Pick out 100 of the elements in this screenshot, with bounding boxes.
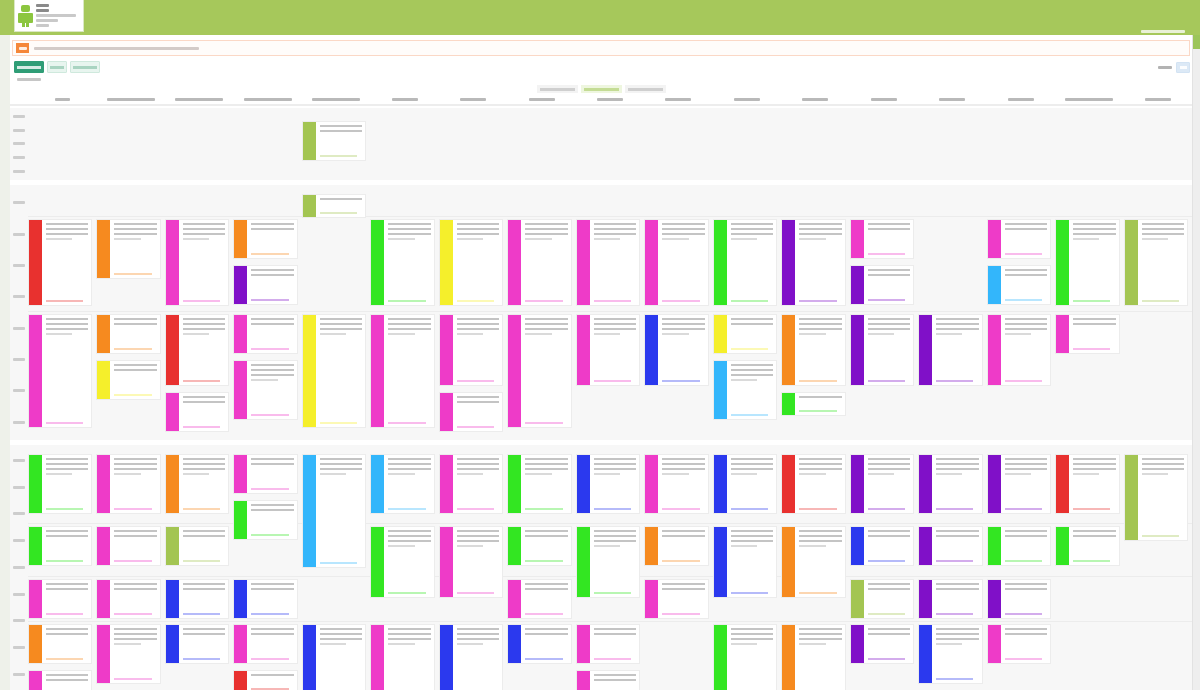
blurred-text: [54, 98, 70, 101]
event-card[interactable]: [371, 315, 434, 427]
event-card[interactable]: [165, 315, 229, 385]
blurred-text: [182, 458, 226, 470]
event-card[interactable]: [919, 625, 982, 683]
event-card[interactable]: [713, 455, 777, 513]
event-card[interactable]: [97, 527, 160, 565]
event-card[interactable]: [97, 625, 160, 683]
event-card[interactable]: [165, 220, 229, 305]
blurred-text: [730, 364, 774, 376]
event-card[interactable]: [919, 315, 982, 385]
blurred-text: [388, 530, 431, 542]
event-card[interactable]: [234, 580, 297, 618]
blurred-text: [46, 458, 89, 470]
blurred-text: [456, 628, 500, 640]
blurred-text: [106, 98, 155, 101]
event-card[interactable]: [987, 455, 1051, 513]
blurred-text: [1004, 318, 1048, 330]
event-card[interactable]: [850, 455, 914, 513]
blurred-text: [251, 504, 294, 511]
event-card[interactable]: [234, 625, 297, 663]
event-card[interactable]: [713, 527, 777, 597]
event-card[interactable]: [29, 315, 92, 427]
blurred-text: [662, 530, 705, 537]
blurred-text: [1007, 98, 1034, 101]
event-card[interactable]: [576, 625, 640, 663]
blurred-text: [525, 223, 568, 235]
event-card[interactable]: [576, 315, 640, 385]
view-button[interactable]: [14, 61, 44, 73]
blurred-text: [251, 318, 294, 325]
event-card[interactable]: [919, 580, 982, 618]
blurred-text: [13, 539, 25, 543]
event-card[interactable]: [987, 625, 1051, 663]
event-card[interactable]: [234, 361, 297, 419]
event-card[interactable]: [165, 393, 229, 431]
event-card[interactable]: [576, 455, 640, 513]
event-card[interactable]: [850, 527, 914, 565]
event-card[interactable]: [987, 220, 1051, 258]
blurred-text: [802, 98, 829, 101]
event-card[interactable]: [987, 580, 1051, 618]
blurred-text: [1158, 65, 1172, 69]
event-card[interactable]: [645, 455, 708, 513]
event-card[interactable]: [234, 671, 297, 690]
event-card[interactable]: [508, 625, 571, 663]
blurred-text: [733, 98, 760, 101]
blurred-text: [13, 201, 25, 205]
blurred-text: [1004, 269, 1048, 276]
blurred-text: [867, 458, 911, 470]
event-card[interactable]: [234, 266, 297, 304]
blurred-text: [13, 326, 25, 330]
blurred-text: [936, 458, 979, 470]
event-card[interactable]: [1056, 455, 1119, 513]
blurred-text: [1073, 318, 1116, 325]
blurred-text: [597, 98, 623, 101]
event-card[interactable]: [576, 220, 640, 305]
event-card[interactable]: [508, 315, 571, 427]
event-card[interactable]: [439, 455, 503, 513]
event-card[interactable]: [850, 315, 914, 385]
event-card[interactable]: [439, 527, 503, 597]
blurred-text: [388, 628, 431, 640]
event-card[interactable]: [165, 625, 229, 663]
blurred-text: [388, 223, 431, 235]
event-card[interactable]: [782, 455, 845, 513]
blurred-text: [391, 98, 418, 101]
event-card[interactable]: [29, 580, 92, 618]
blurred-text: [46, 674, 89, 681]
event-card[interactable]: [645, 220, 708, 305]
event-card[interactable]: [987, 315, 1051, 385]
event-card[interactable]: [782, 220, 845, 305]
event-card[interactable]: [645, 315, 708, 385]
blurred-text: [114, 530, 157, 537]
blurred-text: [939, 98, 966, 101]
scrollbar-thumb[interactable]: [1193, 35, 1200, 49]
event-card[interactable]: [97, 455, 160, 513]
event-card[interactable]: [165, 580, 229, 618]
blurred-text: [456, 458, 500, 470]
blurred-text: [36, 4, 49, 7]
blurred-text: [114, 223, 157, 235]
event-card[interactable]: [645, 580, 708, 618]
blurred-text: [319, 458, 363, 470]
event-card[interactable]: [234, 315, 297, 353]
blurred-text: [1073, 530, 1116, 537]
event-card[interactable]: [439, 393, 503, 431]
blurred-text: [46, 318, 89, 330]
blurred-text: [799, 628, 842, 640]
blurred-text: [799, 530, 842, 542]
event-card[interactable]: [1056, 315, 1119, 353]
event-card[interactable]: [508, 580, 571, 618]
event-card[interactable]: [508, 220, 571, 305]
blurred-text: [182, 396, 226, 403]
blurred-text: [1141, 30, 1185, 33]
event-card[interactable]: [850, 220, 914, 258]
event-card[interactable]: [97, 580, 160, 618]
event-card[interactable]: [29, 220, 92, 305]
event-card[interactable]: [919, 455, 982, 513]
event-card[interactable]: [439, 315, 503, 385]
event-card[interactable]: [234, 455, 297, 493]
event-card[interactable]: [919, 527, 982, 565]
event-card[interactable]: [850, 625, 914, 663]
event-card[interactable]: [850, 266, 914, 304]
